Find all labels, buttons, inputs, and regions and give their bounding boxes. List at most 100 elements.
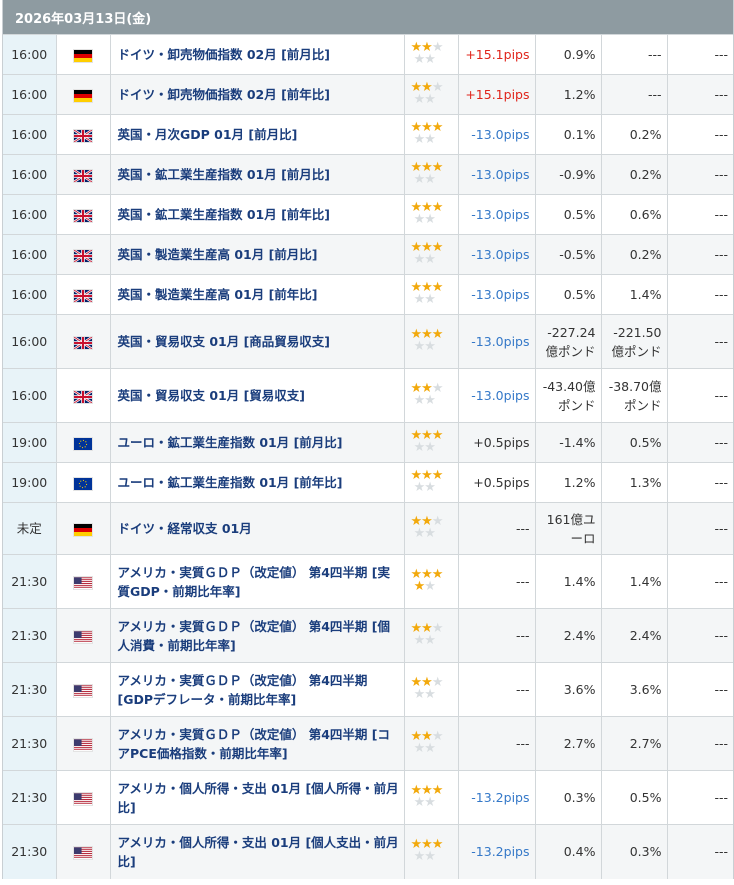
result-value: 0.5% <box>534 274 601 315</box>
result-value: -1.4% <box>534 422 601 463</box>
previous-value: --- <box>666 114 733 155</box>
result-value: -0.5% <box>534 234 601 275</box>
importance-rating: ★★★ ★★ <box>403 824 458 879</box>
de-flag-icon <box>74 49 92 62</box>
us-flag-icon <box>74 630 92 643</box>
country-flag-cell <box>55 422 110 463</box>
pips-change: +15.1pips <box>457 74 535 115</box>
country-flag-cell <box>55 824 110 879</box>
previous-value: --- <box>666 716 733 771</box>
forecast-value: 3.6% <box>600 662 667 717</box>
star-rating-icon: ★★★ ★★ <box>410 728 444 756</box>
importance-rating: ★★★ ★★ <box>403 274 458 315</box>
importance-rating: ★★★ ★★ <box>403 114 458 155</box>
importance-rating: ★★★ ★★ <box>403 74 458 115</box>
previous-value: --- <box>666 74 733 115</box>
importance-rating: ★★★ ★★ <box>403 716 458 771</box>
event-time: 21:30 <box>3 716 56 771</box>
event-name[interactable]: 英国・月次GDP 01月 [前月比] <box>109 114 404 155</box>
forecast-value: 2.4% <box>600 608 667 663</box>
event-time: 19:00 <box>3 462 56 503</box>
pips-change: +0.5pips <box>457 422 535 463</box>
pips-change: -13.0pips <box>457 314 535 369</box>
forecast-value: 1.4% <box>600 554 667 609</box>
us-flag-icon <box>74 576 92 589</box>
star-rating-icon: ★★★ ★★ <box>410 674 444 702</box>
event-name[interactable]: アメリカ・実質ＧＤＰ（改定値） 第4四半期 [コアPCE価格指数・前期比年率] <box>109 716 404 771</box>
result-value: 2.4% <box>534 608 601 663</box>
event-name[interactable]: 英国・製造業生産高 01月 [前年比] <box>109 274 404 315</box>
result-value: 0.1% <box>534 114 601 155</box>
country-flag-cell <box>55 462 110 503</box>
result-value: 1.2% <box>534 462 601 503</box>
event-name[interactable]: ドイツ・卸売物価指数 02月 [前月比] <box>109 34 404 75</box>
calendar-row: 19:00 ユーロ・鉱工業生産指数 01月 [前月比] ★★★ ★★ +0.5pips… <box>3 422 733 463</box>
event-name[interactable]: 英国・鉱工業生産指数 01月 [前月比] <box>109 154 404 195</box>
event-time: 16:00 <box>3 368 56 423</box>
star-rating-icon: ★★★ ★★ <box>410 39 444 67</box>
pips-change: +0.5pips <box>457 462 535 503</box>
date-header: 2026年03月13日(金) <box>3 0 733 34</box>
event-time: 16:00 <box>3 234 56 275</box>
event-name[interactable]: 英国・貿易収支 01月 [貿易収支] <box>109 368 404 423</box>
pips-change: -13.0pips <box>457 234 535 275</box>
forecast-value: -221.50億ポンド <box>600 314 667 369</box>
event-time: 21:30 <box>3 662 56 717</box>
previous-value: --- <box>666 194 733 235</box>
importance-rating: ★★★ ★★ <box>403 662 458 717</box>
forecast-value: 0.5% <box>600 770 667 825</box>
importance-rating: ★★★ ★★ <box>403 422 458 463</box>
star-rating-icon: ★★★ ★★ <box>410 513 444 541</box>
pips-change: -13.0pips <box>457 154 535 195</box>
calendar-row: 16:00 英国・貿易収支 01月 [貿易収支] ★★★ ★★ -13.0pips -4… <box>3 368 733 423</box>
star-rating-icon: ★★★ ★★ <box>410 467 444 495</box>
eu-flag-icon <box>74 437 92 450</box>
previous-value: --- <box>666 502 733 555</box>
event-name[interactable]: アメリカ・実質ＧＤＰ（改定値） 第4四半期 [実質GDP・前期比年率] <box>109 554 404 609</box>
event-time: 16:00 <box>3 154 56 195</box>
previous-value: --- <box>666 662 733 717</box>
event-name[interactable]: アメリカ・実質ＧＤＰ（改定値） 第4四半期 [個人消費・前期比年率] <box>109 608 404 663</box>
calendar-row: 16:00 英国・月次GDP 01月 [前月比] ★★★ ★★ -13.0pips 0.… <box>3 114 733 155</box>
event-name[interactable]: 英国・鉱工業生産指数 01月 [前年比] <box>109 194 404 235</box>
pips-change: -13.2pips <box>457 770 535 825</box>
country-flag-cell <box>55 554 110 609</box>
event-name[interactable]: ユーロ・鉱工業生産指数 01月 [前年比] <box>109 462 404 503</box>
event-time: 21:30 <box>3 608 56 663</box>
previous-value: --- <box>666 34 733 75</box>
calendar-row: 16:00 英国・製造業生産高 01月 [前月比] ★★★ ★★ -13.0pips -… <box>3 234 733 275</box>
country-flag-cell <box>55 74 110 115</box>
calendar-row: 21:30 アメリカ・実質ＧＤＰ（改定値） 第4四半期 [GDPデフレータ・前期比… <box>3 662 733 717</box>
gb-flag-icon <box>74 289 92 302</box>
event-name[interactable]: アメリカ・個人所得・支出 01月 [個人支出・前月比] <box>109 824 404 879</box>
star-rating-icon: ★★★ ★★ <box>410 380 444 408</box>
previous-value: --- <box>666 608 733 663</box>
gb-flag-icon <box>74 336 92 349</box>
importance-rating: ★★★ ★★ <box>403 34 458 75</box>
date-label: 2026年03月13日(金) <box>15 11 152 27</box>
previous-value: --- <box>666 462 733 503</box>
event-name[interactable]: ユーロ・鉱工業生産指数 01月 [前月比] <box>109 422 404 463</box>
country-flag-cell <box>55 770 110 825</box>
star-rating-icon: ★★★ ★★ <box>410 782 444 810</box>
event-name[interactable]: ドイツ・経常収支 01月 <box>109 502 404 555</box>
country-flag-cell <box>55 368 110 423</box>
event-name[interactable]: 英国・貿易収支 01月 [商品貿易収支] <box>109 314 404 369</box>
event-name[interactable]: アメリカ・実質ＧＤＰ（改定値） 第4四半期 [GDPデフレータ・前期比年率] <box>109 662 404 717</box>
country-flag-cell <box>55 662 110 717</box>
result-value: 0.3% <box>534 770 601 825</box>
calendar-row: 16:00 英国・鉱工業生産指数 01月 [前年比] ★★★ ★★ -13.0pips… <box>3 194 733 235</box>
importance-rating: ★★★ ★★ <box>403 234 458 275</box>
event-name[interactable]: アメリカ・個人所得・支出 01月 [個人所得・前月比] <box>109 770 404 825</box>
pips-change: --- <box>457 554 535 609</box>
previous-value: --- <box>666 824 733 879</box>
result-value: -0.9% <box>534 154 601 195</box>
pips-change: -13.0pips <box>457 114 535 155</box>
previous-value: --- <box>666 314 733 369</box>
event-name[interactable]: 英国・製造業生産高 01月 [前月比] <box>109 234 404 275</box>
country-flag-cell <box>55 274 110 315</box>
star-rating-icon: ★★★ ★★ <box>410 566 444 594</box>
previous-value: --- <box>666 422 733 463</box>
star-rating-icon: ★★★ ★★ <box>410 427 444 455</box>
event-name[interactable]: ドイツ・卸売物価指数 02月 [前年比] <box>109 74 404 115</box>
